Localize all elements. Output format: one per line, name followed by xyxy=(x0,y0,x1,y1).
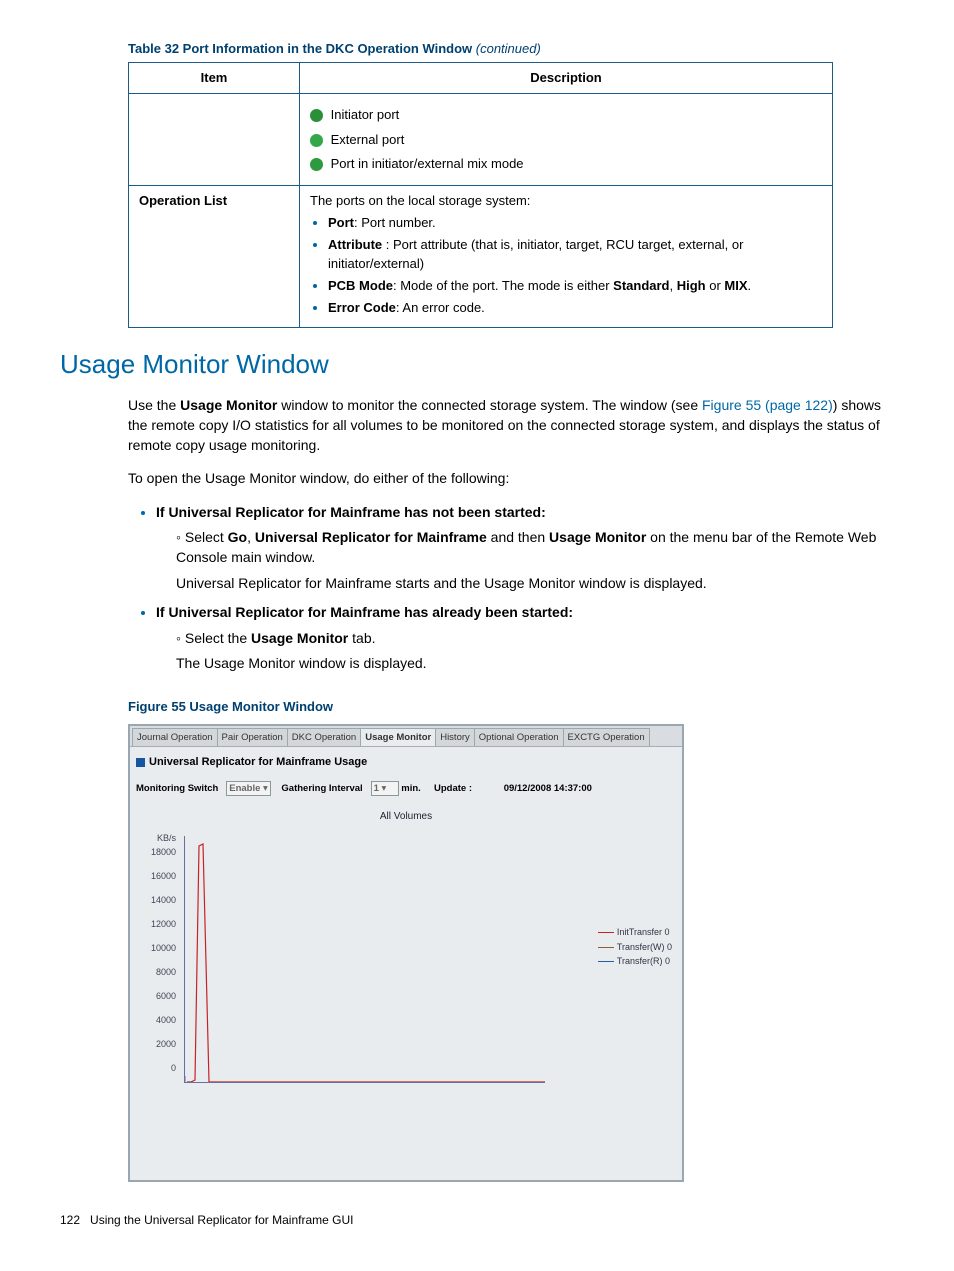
paragraph: Use the Usage Monitor window to monitor … xyxy=(128,396,894,455)
list-item: Port: Port number. xyxy=(328,214,822,232)
col-item: Item xyxy=(129,63,300,94)
caption-text: Table 32 Port Information in the DKC Ope… xyxy=(128,41,476,56)
list-item: PCB Mode: Mode of the port. The mode is … xyxy=(328,277,822,295)
initiator-port-label: Initiator port xyxy=(331,107,400,122)
mix-port-label: Port in initiator/external mix mode xyxy=(331,156,524,171)
table-row: Initiator port External port Port in ini… xyxy=(129,94,833,186)
case-heading: If Universal Replicator for Mainframe ha… xyxy=(156,604,573,620)
chart-legend: InitTransfer 0 Transfer(W) 0 Transfer(R)… xyxy=(598,926,672,970)
tab-strip: Journal OperationPair OperationDKC Opera… xyxy=(130,726,682,747)
tab-exctg[interactable]: EXCTG Operation xyxy=(563,728,650,746)
op-list-item: Operation List xyxy=(129,185,300,327)
list-item: Error Code: An error code. xyxy=(328,299,822,317)
tab-journal[interactable]: Journal Operation xyxy=(132,728,218,746)
chart-area: All Volumes KB/s 18000 16000 14000 12000… xyxy=(130,806,682,1180)
port-type-line: Initiator port xyxy=(310,106,822,124)
list-item: Select the Usage Monitor tab. The Usage … xyxy=(176,629,894,674)
col-description: Description xyxy=(300,63,833,94)
legend-item: Transfer(W) 0 xyxy=(598,941,672,954)
list-item: If Universal Replicator for Mainframe ha… xyxy=(156,503,894,593)
update-timestamp: 09/12/2008 14:37:00 xyxy=(504,783,592,794)
result-text: The Usage Monitor window is displayed. xyxy=(176,654,894,674)
mix-port-icon xyxy=(310,158,323,171)
page-number: 122 xyxy=(60,1213,80,1227)
result-text: Universal Replicator for Mainframe start… xyxy=(176,574,894,594)
port-info-table: Item Description Initiator port External… xyxy=(128,62,833,328)
op-list: Port: Port number. Attribute : Port attr… xyxy=(310,214,822,317)
caption-continued: (continued) xyxy=(476,41,541,56)
y-axis-labels: KB/s 18000 16000 14000 12000 10000 8000 … xyxy=(142,832,176,1086)
table-caption: Table 32 Port Information in the DKC Ope… xyxy=(128,40,894,58)
tab-dkc[interactable]: DKC Operation xyxy=(287,728,361,746)
paragraph: To open the Usage Monitor window, do eit… xyxy=(128,469,894,489)
interval-dropdown[interactable]: 1 ▾ xyxy=(371,781,399,796)
series-inittransfer xyxy=(187,844,545,1082)
list-item: If Universal Replicator for Mainframe ha… xyxy=(156,603,894,674)
list-item: Attribute : Port attribute (that is, ini… xyxy=(328,236,822,272)
tab-usage-monitor[interactable]: Usage Monitor xyxy=(360,728,436,746)
chart-title: All Volumes xyxy=(138,810,674,824)
op-list-lead: The ports on the local storage system: xyxy=(310,192,822,210)
port-type-line: Port in initiator/external mix mode xyxy=(310,155,822,173)
mon-switch-dropdown[interactable]: Enable ▾ xyxy=(226,781,271,796)
usage-monitor-window: Journal OperationPair OperationDKC Opera… xyxy=(128,724,684,1182)
initiator-port-icon xyxy=(310,109,323,122)
min-label: min. xyxy=(401,783,421,794)
figure-caption: Figure 55 Usage Monitor Window xyxy=(128,698,894,716)
table-row: Operation List The ports on the local st… xyxy=(129,185,833,327)
controls-row: Monitoring Switch Enable ▾ Gathering Int… xyxy=(130,775,682,806)
instruction-list: If Universal Replicator for Mainframe ha… xyxy=(128,503,894,674)
mon-switch-label: Monitoring Switch xyxy=(136,783,218,794)
page-footer: 122 Using the Universal Replicator for M… xyxy=(60,1212,894,1229)
external-port-icon xyxy=(310,134,323,147)
port-type-line: External port xyxy=(310,131,822,149)
tab-optional[interactable]: Optional Operation xyxy=(474,728,564,746)
chart-plot xyxy=(184,836,545,1083)
figure-link[interactable]: Figure 55 (page 122) xyxy=(702,397,833,413)
section-heading: Usage Monitor Window xyxy=(60,346,894,382)
gathering-label: Gathering Interval xyxy=(281,783,362,794)
legend-item: InitTransfer 0 xyxy=(598,926,672,939)
tab-history[interactable]: History xyxy=(435,728,475,746)
footer-title: Using the Universal Replicator for Mainf… xyxy=(90,1213,353,1227)
tab-pair[interactable]: Pair Operation xyxy=(217,728,288,746)
list-item: Select Go, Universal Replicator for Main… xyxy=(176,528,894,593)
window-title: Universal Replicator for Mainframe Usage xyxy=(130,747,682,774)
table-header-row: Item Description xyxy=(129,63,833,94)
title-square-icon xyxy=(136,758,145,767)
update-label: Update : xyxy=(434,783,472,794)
case-heading: If Universal Replicator for Mainframe ha… xyxy=(156,504,546,520)
external-port-label: External port xyxy=(331,132,405,147)
legend-item: Transfer(R) 0 xyxy=(598,955,672,968)
